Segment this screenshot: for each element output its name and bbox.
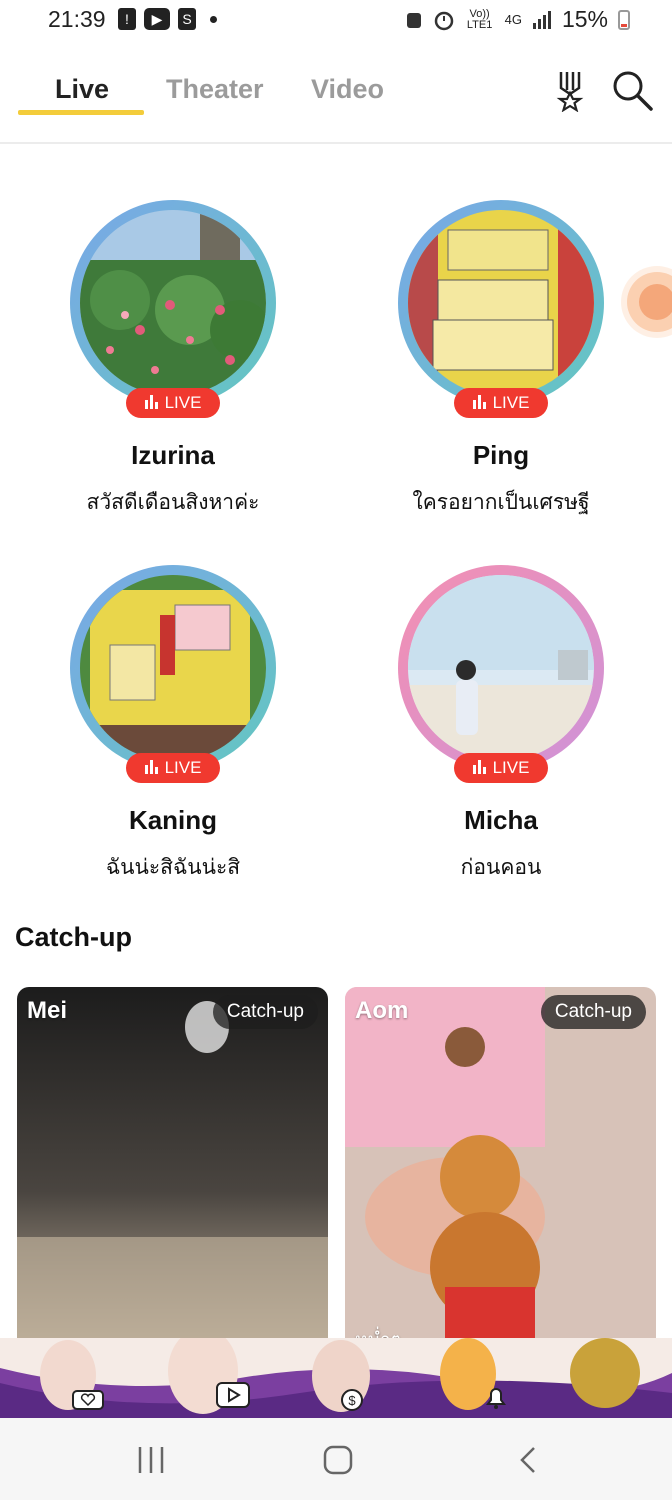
catchup-name: Aom: [355, 997, 409, 1024]
live-thumbnail: [80, 575, 266, 761]
catchup-name: Mei: [27, 997, 68, 1024]
alarm-icon: [434, 11, 453, 30]
banner-avatar: [570, 1338, 640, 1408]
live-name: Izurina: [131, 440, 215, 470]
catchup-card-mei[interactable]: Mei Catch-up: [17, 987, 328, 1359]
live-message: สวัสดีเดือนสิงหาค่ะ: [86, 491, 260, 514]
live-badge: LIVE: [126, 388, 220, 418]
live-bars-icon: [144, 395, 158, 409]
live-badge: LIVE: [454, 388, 548, 418]
live-message: ใครอยากเป็นเศรษฐี: [412, 491, 590, 514]
live-message: ก่อนคอน: [460, 856, 542, 879]
bell-icon: [486, 1388, 506, 1409]
live-thumbnail: [408, 575, 594, 761]
live-badge-label: LIVE: [164, 393, 202, 412]
live-badge-label: LIVE: [492, 393, 530, 412]
status-bar: 21:39 ! ▶ S Vo)) LTE1 4G 15%: [0, 0, 672, 42]
heart-chat-icon: [72, 1390, 104, 1410]
search-icon[interactable]: [610, 68, 654, 112]
live-badge-label: LIVE: [492, 758, 530, 777]
promo-banner[interactable]: $: [0, 1338, 672, 1418]
home-icon[interactable]: [323, 1445, 353, 1475]
catchup-thumbnail: [17, 987, 328, 1359]
network-type: 4G: [504, 12, 522, 27]
alert-icon: !: [118, 8, 136, 30]
tab-video[interactable]: Video: [311, 74, 384, 105]
medal-icon[interactable]: [548, 68, 592, 112]
system-navigation-bar: [0, 1418, 672, 1500]
notification-icons: ! ▶ S: [118, 8, 217, 30]
live-bars-icon: [144, 760, 158, 774]
dot-icon: [210, 15, 217, 23]
status-time: 21:39: [48, 6, 106, 32]
catchup-badge: Catch-up: [212, 995, 318, 1029]
play-icon: [216, 1382, 250, 1408]
live-bars-icon: [472, 395, 486, 409]
live-avatar-ring: [70, 200, 276, 406]
live-bars-icon: [472, 760, 486, 774]
shopping-icon: S: [178, 8, 196, 30]
live-card-kaning[interactable]: LIVE Kaning ฉันน่ะสิฉันน่ะสิ: [20, 565, 320, 905]
top-navigation: Live Theater Video: [0, 60, 672, 144]
recent-apps-icon[interactable]: [136, 1445, 166, 1475]
live-badge: LIVE: [454, 753, 548, 783]
signal-icon: [532, 10, 551, 29]
live-badge: LIVE: [126, 753, 220, 783]
active-tab-indicator: [18, 110, 144, 115]
live-avatar-ring: [398, 200, 604, 406]
live-card-izurina[interactable]: LIVE Izurina สวัสดีเดือนสิงหาค่ะ: [20, 200, 320, 540]
catchup-thumbnail: [345, 987, 656, 1359]
live-name: Ping: [472, 440, 530, 470]
live-name: Kaning: [128, 805, 218, 835]
tab-theater[interactable]: Theater: [166, 74, 264, 105]
tab-live[interactable]: Live: [55, 74, 109, 105]
back-icon[interactable]: [514, 1445, 544, 1475]
svg-text:$: $: [348, 1393, 356, 1408]
system-status-icons: Vo)) LTE1 4G 15%: [405, 6, 630, 33]
volte-label: Vo)) LTE1: [466, 7, 493, 31]
youtube-icon: ▶: [144, 8, 170, 30]
live-card-ping[interactable]: LIVE Ping ใครอยากเป็นเศรษฐี: [348, 200, 648, 540]
battery-percent: 15%: [561, 6, 608, 32]
recycle-icon: [406, 12, 421, 28]
live-name: Micha: [464, 805, 538, 835]
catchup-card-aom[interactable]: Aom Catch-up หม่ำๆ: [345, 987, 656, 1359]
live-avatar-ring: [398, 565, 604, 771]
live-message: ฉันน่ะสิฉันน่ะสิ: [105, 856, 241, 879]
live-thumbnail: [80, 210, 266, 396]
live-thumbnail: [408, 210, 594, 396]
camera-icon: [639, 284, 672, 320]
live-badge-label: LIVE: [164, 758, 202, 777]
catchup-section-title: Catch-up: [15, 922, 132, 952]
battery-icon: [618, 9, 630, 30]
live-avatar-ring: [70, 565, 276, 771]
coin-icon: $: [341, 1389, 363, 1411]
live-card-micha[interactable]: LIVE Micha ก่อนคอน: [348, 565, 648, 905]
catchup-badge: Catch-up: [540, 995, 646, 1029]
